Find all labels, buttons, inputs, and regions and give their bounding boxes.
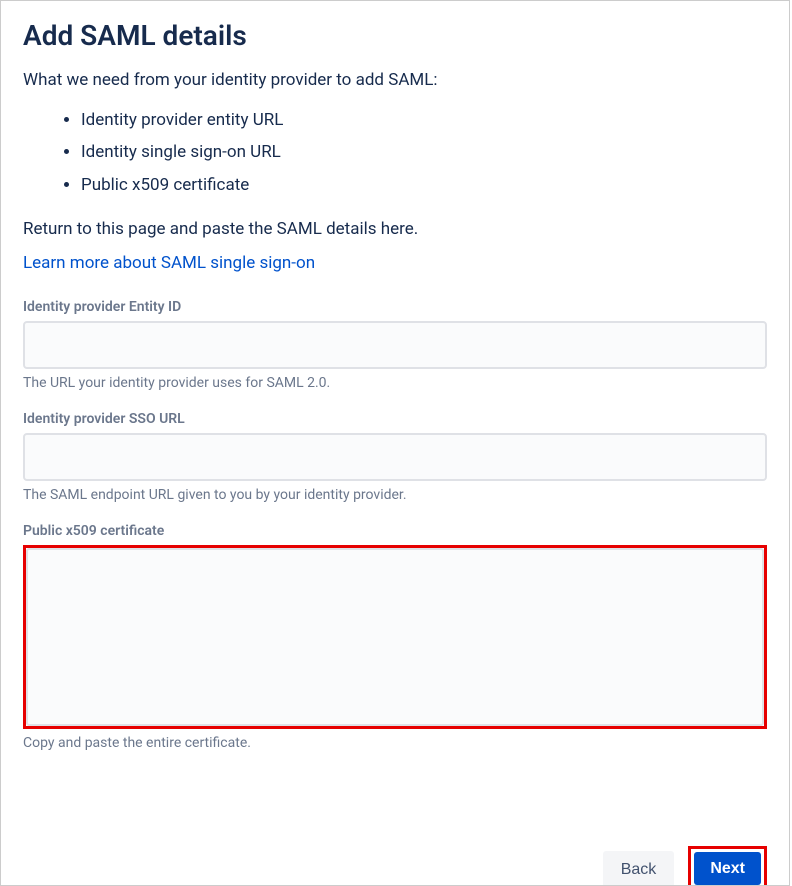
learn-more-link[interactable]: Learn more about SAML single sign-on (23, 253, 315, 273)
sso-url-label: Identity provider SSO URL (23, 411, 767, 427)
saml-details-panel: Add SAML details What we need from your … (0, 0, 790, 886)
sso-url-helper: The SAML endpoint URL given to you by yo… (23, 487, 767, 503)
certificate-field-group: Public x509 certificate Copy and paste t… (23, 523, 767, 751)
list-item: Identity provider entity URL (81, 104, 767, 136)
certificate-helper: Copy and paste the entire certificate. (23, 735, 767, 751)
back-button[interactable]: Back (603, 851, 675, 885)
next-button[interactable]: Next (694, 852, 761, 885)
entity-id-helper: The URL your identity provider uses for … (23, 375, 767, 391)
entity-id-label: Identity provider Entity ID (23, 299, 767, 315)
page-title: Add SAML details (23, 19, 767, 52)
certificate-textarea[interactable] (26, 548, 764, 726)
entity-id-field-group: Identity provider Entity ID The URL your… (23, 299, 767, 391)
sso-url-field-group: Identity provider SSO URL The SAML endpo… (23, 411, 767, 503)
button-row: Back Next (603, 846, 767, 885)
sso-url-input[interactable] (23, 433, 767, 481)
certificate-label: Public x509 certificate (23, 523, 767, 539)
entity-id-input[interactable] (23, 321, 767, 369)
return-instruction: Return to this page and paste the SAML d… (23, 219, 767, 239)
intro-text: What we need from your identity provider… (23, 70, 767, 90)
list-item: Identity single sign-on URL (81, 136, 767, 168)
list-item: Public x509 certificate (81, 169, 767, 201)
next-button-highlight: Next (688, 846, 767, 885)
requirements-list: Identity provider entity URL Identity si… (23, 104, 767, 201)
certificate-highlight (23, 545, 767, 729)
